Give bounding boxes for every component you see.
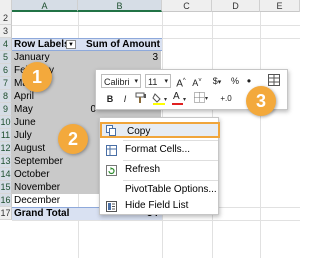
menu-item-pivottable-options[interactable]: PivotTable Options...: [100, 182, 220, 198]
grid-line: [12, 25, 300, 26]
menu-item-copy[interactable]: Copy: [100, 122, 220, 138]
pivot-row-label[interactable]: January: [14, 51, 74, 64]
fill-color-icon[interactable]: ▾: [151, 92, 169, 106]
pivot-row-label[interactable]: April: [14, 90, 74, 103]
step-callout-1: 1: [22, 62, 52, 92]
column-header-e[interactable]: E: [260, 0, 300, 12]
format-cells-icon: [106, 145, 117, 156]
font-color-icon[interactable]: A ▾: [171, 91, 189, 106]
row-header-9[interactable]: 9: [0, 103, 12, 116]
font-size-dropdown[interactable]: 11 ▾: [145, 74, 171, 88]
comma-style-button[interactable]: •: [244, 74, 254, 88]
font-name-value: Calibri: [104, 77, 130, 87]
pivot-row-label[interactable]: November: [14, 181, 74, 194]
font-size-value: 11: [148, 77, 158, 87]
row-header-6[interactable]: 6: [0, 64, 12, 77]
pivot-row-value[interactable]: 3: [80, 51, 158, 64]
row-header-8[interactable]: 8: [0, 90, 12, 103]
row-header-12[interactable]: 12: [0, 142, 12, 155]
row-header-13[interactable]: 13: [0, 155, 12, 168]
shrink-font-caret: ˅: [198, 78, 202, 84]
select-all-corner[interactable]: [0, 0, 12, 12]
context-menu: Copy Format Cells... Refresh PivotTable …: [99, 117, 220, 215]
italic-button[interactable]: I: [119, 92, 131, 106]
menu-item-hide-field-list[interactable]: Hide Field List: [100, 198, 220, 214]
format-painter-icon[interactable]: [134, 92, 148, 106]
chevron-down-icon: ▾: [164, 78, 168, 85]
currency-caret: ▾: [217, 79, 222, 86]
grow-font-caret: ^: [182, 78, 186, 84]
column-header-b[interactable]: B: [78, 0, 162, 12]
menu-item-refresh-label: Refresh: [125, 164, 161, 175]
grow-font-letter: A: [176, 78, 183, 90]
bold-button[interactable]: B: [104, 92, 116, 106]
column-header-d[interactable]: D: [212, 0, 260, 12]
row-header-17[interactable]: 17: [0, 207, 12, 220]
row-header-2[interactable]: 2: [0, 12, 12, 25]
pivot-row-label[interactable]: September: [14, 155, 74, 168]
row-header-11[interactable]: 11: [0, 129, 12, 142]
menu-separator: [123, 180, 218, 181]
grid-line: [12, 220, 300, 221]
row-header-7[interactable]: 7: [0, 77, 12, 90]
row-header-5[interactable]: 5: [0, 51, 12, 64]
borders-icon[interactable]: ▾: [193, 92, 211, 106]
pivot-row-label[interactable]: May: [14, 103, 74, 116]
percent-style-button[interactable]: %: [228, 74, 242, 88]
menu-separator: [123, 160, 218, 161]
increase-decimal-button[interactable]: +.0: [216, 92, 236, 106]
pivot-row-label[interactable]: October: [14, 168, 74, 181]
row-header-16[interactable]: 16: [0, 194, 12, 207]
grid-line: [260, 12, 261, 258]
step-callout-3: 3: [246, 86, 276, 116]
svg-text:▾: ▾: [205, 95, 208, 102]
menu-item-hide-field-list-label: Hide Field List: [125, 200, 189, 211]
menu-separator: [123, 140, 218, 141]
row-header-14[interactable]: 14: [0, 168, 12, 181]
step-callout-2: 2: [58, 124, 88, 154]
currency-format-button[interactable]: $▾: [208, 74, 226, 88]
menu-item-format-cells[interactable]: Format Cells...: [100, 142, 220, 158]
row-header-15[interactable]: 15: [0, 181, 12, 194]
refresh-icon: [106, 165, 117, 176]
chevron-down-icon: ▾: [134, 78, 138, 85]
menu-item-format-cells-label: Format Cells...: [125, 144, 191, 155]
row-header-4[interactable]: 4: [0, 38, 12, 51]
pivot-row-label[interactable]: December: [14, 194, 74, 207]
svg-text:▾: ▾: [183, 96, 186, 103]
shrink-font-button[interactable]: A˅: [190, 74, 204, 88]
hide-field-list-icon: [106, 201, 117, 212]
row-header-3[interactable]: 3: [0, 25, 12, 38]
svg-text:▾: ▾: [164, 96, 167, 103]
menu-item-copy-label: Copy: [127, 126, 151, 137]
copy-icon: [106, 125, 117, 136]
filter-dropdown-icon[interactable]: ▼: [66, 40, 76, 49]
column-header-a[interactable]: A: [12, 0, 78, 12]
grand-total-label[interactable]: Grand Total: [14, 207, 84, 220]
row-header-10[interactable]: 10: [0, 116, 12, 129]
row-labels-header: Row Labels: [14, 39, 66, 50]
column-header-c[interactable]: C: [162, 0, 212, 12]
sum-of-amount-header: Sum of Amount: [85, 39, 160, 50]
grow-font-button[interactable]: A^: [174, 74, 188, 90]
menu-item-refresh[interactable]: Refresh: [100, 162, 220, 178]
pivot-row-value[interactable]: 0: [80, 103, 96, 116]
menu-item-pivottable-options-label: PivotTable Options...: [125, 184, 217, 195]
font-name-dropdown[interactable]: Calibri ▾: [101, 74, 141, 88]
format-table-icon[interactable]: [266, 74, 282, 88]
